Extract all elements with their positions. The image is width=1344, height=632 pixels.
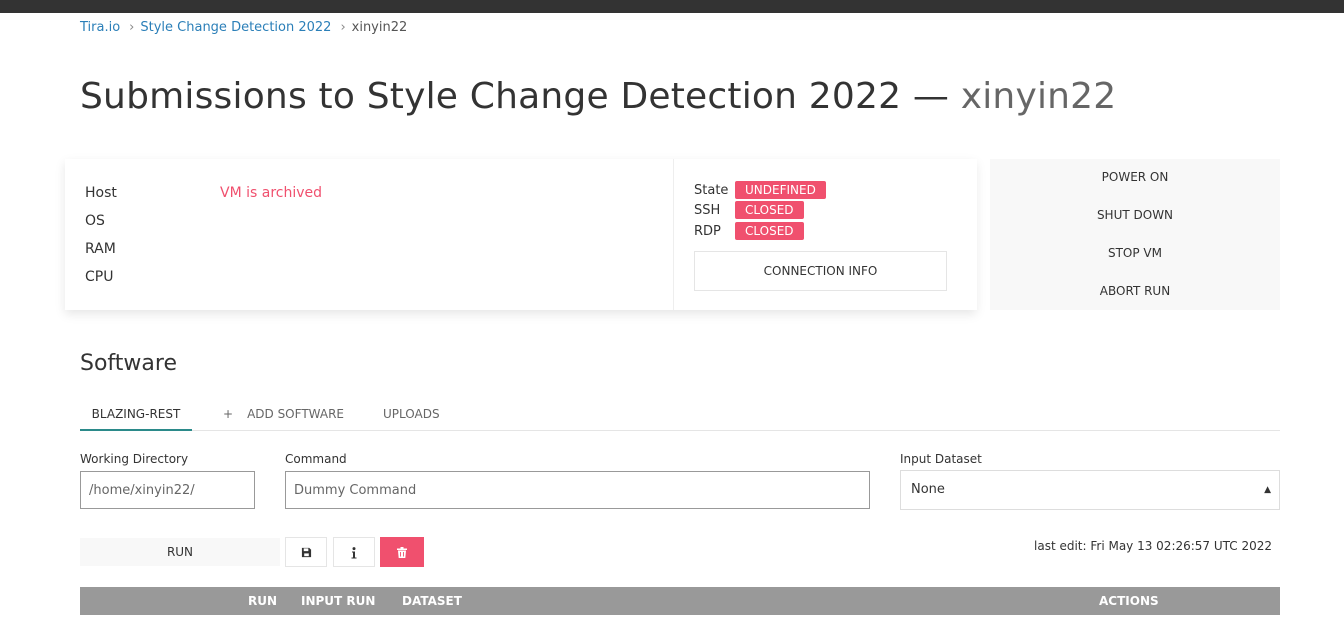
breadcrumb-separator: › xyxy=(129,20,135,35)
vm-actions-panel: POWER ON SHUT DOWN STOP VM ABORT RUN xyxy=(990,159,1280,310)
last-edit-text: last edit: Fri May 13 02:26:57 UTC 2022 xyxy=(1034,539,1273,553)
connection-info-button[interactable]: CONNECTION INFO xyxy=(694,251,947,291)
input-dataset-value: None xyxy=(911,482,945,497)
software-section-title: Software xyxy=(80,351,177,376)
save-icon xyxy=(301,542,312,561)
th-actions: ACTIONS xyxy=(1099,594,1159,608)
trash-icon xyxy=(397,542,407,561)
state-badge: UNDEFINED xyxy=(735,181,826,199)
shut-down-button[interactable]: SHUT DOWN xyxy=(990,208,1280,222)
working-directory-input[interactable]: /home/xinyin22/ xyxy=(80,471,255,509)
os-label: OS xyxy=(85,213,105,229)
breadcrumb-tira-link[interactable]: Tira.io xyxy=(80,20,120,35)
rdp-badge: CLOSED xyxy=(735,222,804,240)
vm-state-panel: State UNDEFINED SSH CLOSED RDP CLOSED CO… xyxy=(673,159,977,310)
input-dataset-label: Input Dataset xyxy=(900,452,982,466)
select-arrows-icon: ▲ xyxy=(1264,485,1271,495)
tab-add-software-label: ADD SOFTWARE xyxy=(247,407,344,421)
state-label: State xyxy=(694,182,729,198)
tab-uploads[interactable]: UPLOADS xyxy=(383,404,440,429)
ssh-row: SSH CLOSED xyxy=(694,201,804,219)
breadcrumb-separator: › xyxy=(340,20,346,35)
abort-run-button[interactable]: ABORT RUN xyxy=(990,284,1280,298)
working-directory-label: Working Directory xyxy=(80,452,189,466)
ssh-badge: CLOSED xyxy=(735,201,804,219)
page-title-text: Submissions to Style Change Detection 20… xyxy=(80,76,950,117)
power-on-button[interactable]: POWER ON xyxy=(990,170,1280,184)
breadcrumb: Tira.io › Style Change Detection 2022 › … xyxy=(80,20,407,35)
tab-blazing-rest[interactable]: BLAZING-REST xyxy=(80,404,192,431)
rdp-label: RDP xyxy=(694,223,721,239)
page-title-user: xinyin22 xyxy=(960,76,1117,117)
plus-icon: + xyxy=(223,407,234,421)
info-button[interactable] xyxy=(333,537,375,567)
top-bar xyxy=(0,0,1344,13)
breadcrumb-current-user: xinyin22 xyxy=(351,20,408,35)
command-label: Command xyxy=(285,452,347,466)
host-label: Host xyxy=(85,185,117,201)
stop-vm-button[interactable]: STOP VM xyxy=(990,246,1280,260)
info-icon xyxy=(351,542,357,561)
breadcrumb-task-link[interactable]: Style Change Detection 2022 xyxy=(140,20,331,35)
ssh-label: SSH xyxy=(694,202,721,218)
run-button[interactable]: RUN xyxy=(80,538,280,566)
rdp-row: RDP CLOSED xyxy=(694,222,804,240)
input-dataset-select[interactable]: None ▲ xyxy=(900,470,1280,510)
tab-add-software[interactable]: + ADD SOFTWARE xyxy=(223,404,344,429)
state-row: State UNDEFINED xyxy=(694,181,826,199)
ram-label: RAM xyxy=(85,241,116,257)
runs-table-header: RUN INPUT RUN DATASET ACTIONS xyxy=(80,587,1280,615)
host-value: VM is archived xyxy=(220,185,323,201)
command-input[interactable]: Dummy Command xyxy=(285,471,870,509)
software-tabs: BLAZING-REST + ADD SOFTWARE UPLOADS xyxy=(80,404,1280,431)
th-run[interactable]: RUN xyxy=(248,587,277,615)
th-dataset[interactable]: DATASET xyxy=(402,587,462,615)
page-title: Submissions to Style Change Detection 20… xyxy=(80,76,1116,117)
th-input-run[interactable]: INPUT RUN xyxy=(301,587,375,615)
cpu-label: CPU xyxy=(85,269,114,285)
save-button[interactable] xyxy=(285,537,327,567)
delete-button[interactable] xyxy=(380,537,424,567)
